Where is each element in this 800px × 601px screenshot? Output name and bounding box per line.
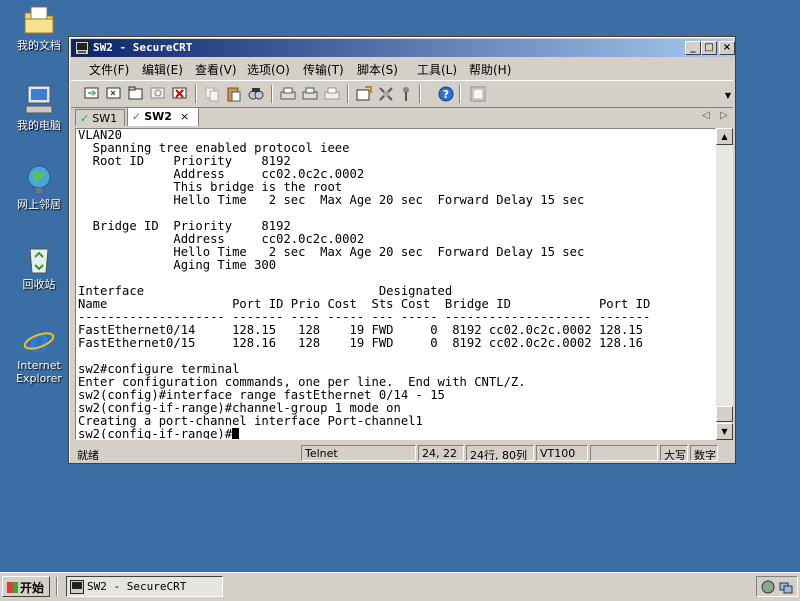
system-tray <box>756 576 798 597</box>
folder-icon <box>24 6 54 34</box>
connected-check-icon: ✓ <box>132 110 142 123</box>
print-screen-icon[interactable] <box>323 85 341 103</box>
terminal-output: VLAN20 Spanning tree enabled protocol ie… <box>78 128 651 440</box>
svg-text:e: e <box>29 324 49 356</box>
terminal-screen[interactable]: VLAN20 Spanning tree enabled protocol ie… <box>75 128 716 440</box>
status-cursor-position: 24, 22 <box>418 445 464 461</box>
scroll-thumb[interactable] <box>716 406 733 422</box>
menu-edit[interactable]: 编辑(E) <box>142 61 183 78</box>
tab-label: SW1 <box>92 112 118 125</box>
print-selection-icon[interactable] <box>301 85 319 103</box>
menu-script[interactable]: 脚本(S) <box>357 61 398 78</box>
find-icon[interactable] <box>247 85 265 103</box>
desktop-icon-label: Internet Explorer <box>16 359 62 385</box>
print-icon[interactable] <box>279 85 297 103</box>
status-bar: 就绪 Telnet 24, 22 24行, 80列 VT100 大写 数字 <box>71 443 733 461</box>
tab-scroll-left-icon[interactable]: ◁ <box>702 110 710 121</box>
vertical-scrollbar[interactable]: ▲ ▼ <box>716 128 733 440</box>
tab-label: SW2 <box>144 110 172 123</box>
toolbar-separator <box>459 85 461 103</box>
status-terminal-size: 24行, 80列 <box>466 445 534 461</box>
toolbar-separator <box>271 85 273 103</box>
terminal-prompt: sw2(config-if-range)# <box>78 427 233 440</box>
disconnect-icon[interactable] <box>171 85 189 103</box>
securecrt-app-icon <box>75 41 89 55</box>
scroll-down-button[interactable]: ▼ <box>716 423 733 440</box>
toolbar: ? ▼ <box>71 80 733 108</box>
status-caps-lock: 大写 <box>660 445 688 461</box>
button-bar-icon[interactable] <box>469 85 487 103</box>
status-ready: 就绪 <box>77 449 99 461</box>
start-button[interactable]: 开始 <box>2 576 50 597</box>
taskbar-separator <box>56 577 58 596</box>
tray-icon-network[interactable] <box>779 580 793 594</box>
tab-close-icon[interactable]: × <box>180 110 189 123</box>
start-label: 开始 <box>20 581 45 595</box>
connect-icon[interactable] <box>83 85 101 103</box>
taskbar-button-label: SW2 - SecureCRT <box>87 580 187 593</box>
desktop-icon-my-documents[interactable]: 我的文档 <box>6 4 72 52</box>
window-title: SW2 - SecureCRT <box>93 41 193 54</box>
copy-icon[interactable] <box>203 85 221 103</box>
toolbar-overflow-chevron[interactable]: ▼ <box>725 91 731 100</box>
recycle-bin-icon <box>29 248 49 274</box>
connected-check-icon: ✓ <box>80 112 90 125</box>
help-icon[interactable]: ? <box>437 85 455 103</box>
computer-icon <box>25 85 53 114</box>
toolbar-separator <box>347 85 349 103</box>
keymap-icon[interactable] <box>397 85 415 103</box>
menu-tools[interactable]: 工具(L) <box>417 61 457 78</box>
tab-sw1[interactable]: ✓ SW1 <box>75 109 125 126</box>
desktop-icon-label: 我的文档 <box>17 39 61 52</box>
maximize-button[interactable]: □ <box>701 41 717 55</box>
windows-logo-icon <box>7 582 18 593</box>
scroll-up-button[interactable]: ▲ <box>716 128 733 145</box>
securecrt-window: SW2 - SecureCRT _ □ × 文件(F) 编辑(E) 查看(V) … <box>68 36 736 464</box>
session-options-icon[interactable] <box>355 85 373 103</box>
desktop-icon-label: 网上邻居 <box>17 198 61 211</box>
taskbar: 开始 SW2 - SecureCRT <box>0 572 800 601</box>
minimize-button[interactable]: _ <box>685 41 701 55</box>
menu-view[interactable]: 查看(V) <box>195 61 237 78</box>
menu-file[interactable]: 文件(F) <box>89 61 129 78</box>
svg-text:?: ? <box>443 88 449 101</box>
title-bar[interactable]: SW2 - SecureCRT _ □ × <box>71 39 735 57</box>
menu-options[interactable]: 选项(O) <box>247 61 290 78</box>
terminal-cursor <box>232 428 240 439</box>
taskbar-button-securecrt[interactable]: SW2 - SecureCRT <box>66 576 223 597</box>
desktop-icon-network[interactable]: 网上邻居 <box>6 163 72 211</box>
desktop-icon-label: 我的电脑 <box>17 119 61 132</box>
ie-icon: e <box>23 324 55 356</box>
reconnect-icon[interactable] <box>149 85 167 103</box>
securecrt-taskbar-icon <box>70 580 84 594</box>
quick-connect-icon[interactable] <box>105 85 123 103</box>
desktop-icon-label: 回收站 <box>22 278 56 291</box>
tab-sw2[interactable]: ✓ SW2 × <box>127 107 199 126</box>
tab-scroll-right-icon[interactable]: ▷ <box>720 110 728 121</box>
toolbar-separator <box>419 85 421 103</box>
desktop-icon-recycle-bin[interactable]: 回收站 <box>6 243 72 291</box>
menu-help[interactable]: 帮助(H) <box>469 61 511 78</box>
status-blank <box>590 445 658 461</box>
menu-transfer[interactable]: 传输(T) <box>303 61 344 78</box>
connect-in-tab-icon[interactable] <box>127 85 145 103</box>
tray-icon-volume[interactable] <box>761 580 775 594</box>
network-icon <box>27 165 51 193</box>
close-button[interactable]: × <box>719 41 735 55</box>
paste-icon[interactable] <box>225 85 243 103</box>
session-tab-bar: ✓ SW1 ✓ SW2 × ◁ ▷ <box>71 107 733 127</box>
status-num-lock: 数字 <box>690 445 718 461</box>
status-protocol: Telnet <box>301 445 416 461</box>
menu-bar: 文件(F) 编辑(E) 查看(V) 选项(O) 传输(T) 脚本(S) 工具(L… <box>71 58 733 78</box>
global-options-icon[interactable] <box>377 85 395 103</box>
desktop-icon-internet-explorer[interactable]: e Internet Explorer <box>6 324 72 385</box>
desktop-icon-my-computer[interactable]: 我的电脑 <box>6 84 72 132</box>
status-emulation: VT100 <box>536 445 588 461</box>
toolbar-separator <box>195 85 197 103</box>
